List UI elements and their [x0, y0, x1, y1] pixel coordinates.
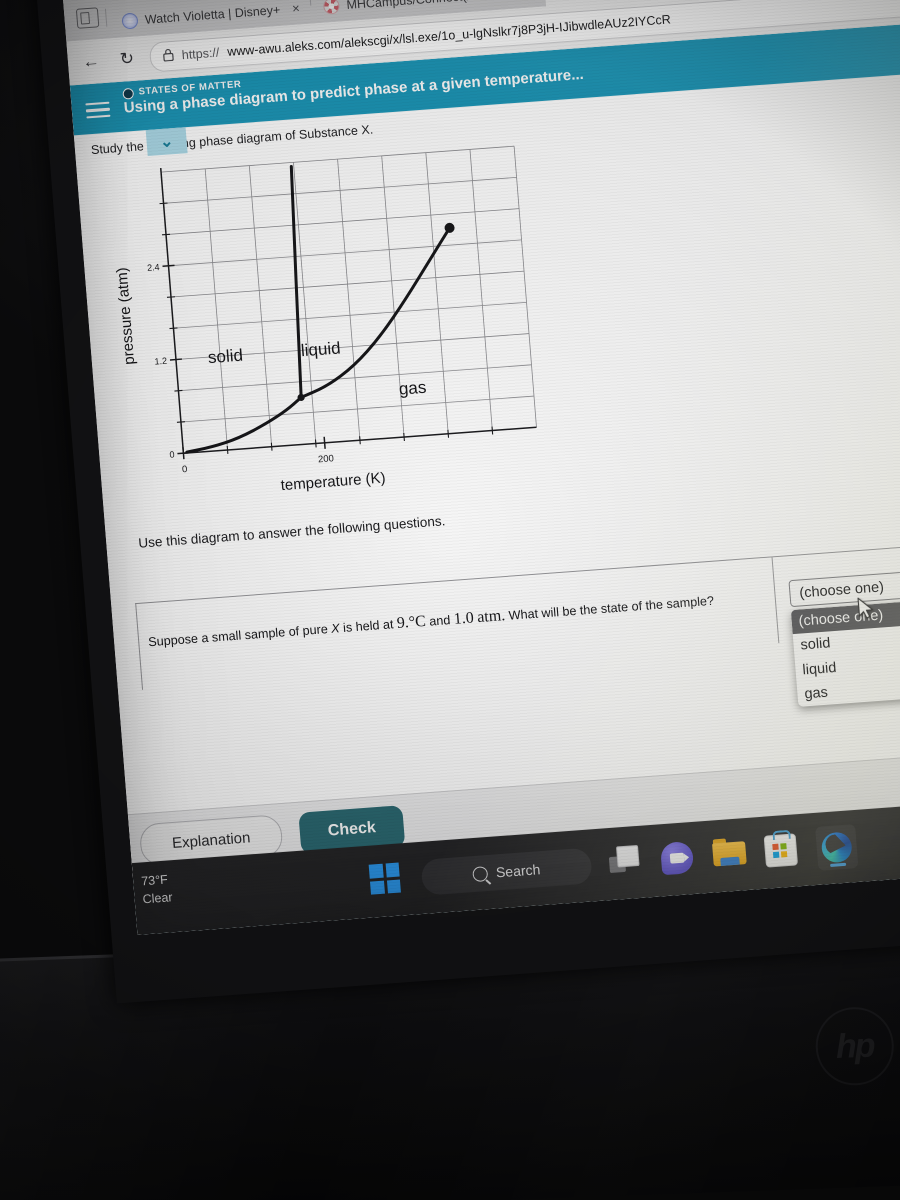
lock-icon — [162, 48, 174, 65]
aleks-icon — [322, 0, 341, 15]
svg-text:liquid: liquid — [300, 338, 341, 360]
chevron-down-icon[interactable]: ⌄ — [145, 127, 188, 157]
answer-area: (choose one) ⌄ (choose one) solid liquid… — [773, 537, 900, 707]
svg-text:pressure (atm): pressure (atm) — [114, 267, 139, 365]
tabstrip-divider — [104, 8, 108, 27]
aleks-page: STATES OF MATTER Using a phase diagram t… — [69, 15, 900, 935]
close-icon[interactable]: × — [292, 1, 301, 17]
svg-text:solid: solid — [207, 346, 243, 368]
back-icon[interactable]: ← — [77, 48, 105, 76]
teams-chat-icon — [659, 841, 695, 876]
folder-icon — [712, 837, 748, 867]
reload-icon[interactable]: ↻ — [113, 45, 141, 73]
task-view-icon — [608, 844, 640, 874]
question-card: Suppose a small sample of pure X is held… — [135, 535, 900, 707]
hamburger-menu-icon[interactable] — [84, 90, 111, 123]
topic-dot-icon — [122, 87, 135, 100]
url-scheme: https:// — [181, 45, 220, 63]
svg-text:gas: gas — [398, 378, 427, 399]
state-select-dropdown[interactable]: (choose one) solid liquid gas — [790, 597, 900, 707]
question-variable: X — [330, 621, 341, 636]
search-icon — [472, 865, 489, 882]
tab-actions-icon[interactable] — [75, 7, 100, 29]
microsoft-store-button[interactable] — [763, 829, 801, 869]
svg-text:temperature (K): temperature (K) — [280, 469, 386, 494]
question-part3: What will be the state of the sample? — [508, 593, 715, 623]
screen-content: Watch Violetta | Disney+ × MHCampus/Conn… — [62, 0, 900, 935]
question-temp-unit: °C — [408, 612, 427, 632]
disney-plus-icon — [121, 11, 139, 30]
svg-text:0: 0 — [182, 464, 188, 475]
question-pressure-unit: atm. — [476, 607, 506, 627]
svg-text:2.4: 2.4 — [147, 262, 160, 273]
windows-logo-icon — [368, 862, 401, 895]
state-select[interactable]: (choose one) ⌄ — [788, 567, 900, 608]
svg-text:0: 0 — [169, 449, 175, 459]
svg-text:200: 200 — [318, 453, 335, 465]
edge-icon — [820, 831, 853, 864]
phase-diagram: 0 1.2 2.4 0 200 solid liquid gas temperature (K)… — [96, 91, 900, 523]
browser-tab-1-title: Watch Violetta | Disney+ — [144, 2, 281, 27]
teams-button[interactable] — [659, 841, 697, 877]
tab-divider — [309, 0, 312, 6]
question-text: Suppose a small sample of pure X is held… — [136, 557, 780, 690]
search-button[interactable]: Search — [420, 847, 593, 896]
search-label: Search — [495, 861, 541, 881]
task-view-button[interactable] — [608, 844, 645, 881]
store-bag-icon — [763, 829, 799, 868]
question-part2: is held at — [342, 617, 394, 635]
edge-active-indicator — [830, 862, 847, 867]
photo-of-laptop-screen: hp Watch Violetta | Disney+ × MHCampus/C… — [0, 0, 900, 1200]
svg-text:1.2: 1.2 — [154, 356, 167, 367]
question-part1: Suppose a small sample of pure — [147, 622, 329, 650]
question-conjunction: and — [428, 613, 451, 629]
start-button[interactable] — [368, 862, 406, 898]
file-explorer-button[interactable] — [712, 837, 749, 873]
edge-button[interactable] — [815, 824, 859, 871]
laptop-screen-assembly: Watch Violetta | Disney+ × MHCampus/Conn… — [30, 0, 900, 1028]
question-pressure: 1.0 — [453, 609, 475, 628]
lesson-body: Study the following phase diagram of Sub… — [74, 65, 900, 553]
